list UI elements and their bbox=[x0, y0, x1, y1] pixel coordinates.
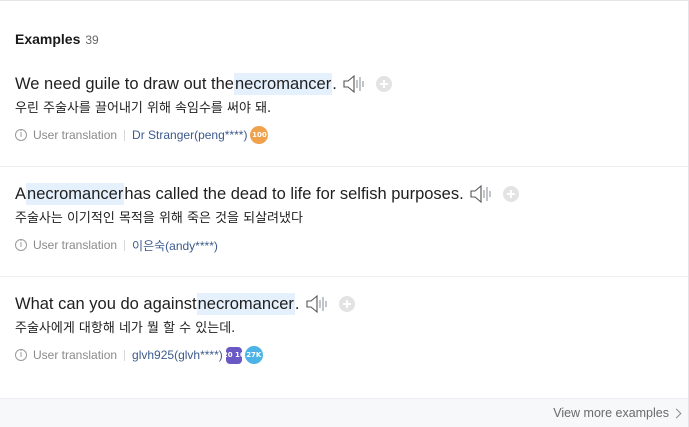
example-item: A necromancer has called the dead to lif… bbox=[0, 183, 688, 277]
user-badge: 100 bbox=[250, 126, 269, 144]
speaker-icon[interactable] bbox=[305, 294, 330, 314]
plus-icon[interactable] bbox=[338, 296, 355, 312]
examples-title: Examples bbox=[15, 31, 81, 47]
info-icon[interactable]: i bbox=[15, 239, 27, 251]
user-link[interactable]: 이은숙(andy****) bbox=[132, 237, 218, 254]
example-korean: 우린 주술사를 끌어내기 위해 속임수를 써야 돼. bbox=[15, 101, 272, 116]
example-korean: 주술사는 이기적인 목적을 위해 죽은 것을 되살려냈다 bbox=[15, 211, 303, 226]
examples-count: 39 bbox=[85, 33, 99, 47]
example-text: What can you do against bbox=[15, 295, 197, 313]
example-text: We need guile to draw out the bbox=[15, 75, 234, 93]
example-english: A necromancer has called the dead to lif… bbox=[15, 183, 688, 205]
example-meta: i User translation Dr Stranger(peng****)… bbox=[15, 125, 688, 145]
highlighted-word[interactable]: necromancer bbox=[233, 73, 333, 95]
user-link[interactable]: Dr Stranger(peng****) bbox=[132, 128, 247, 142]
example-text: . bbox=[294, 295, 300, 313]
speaker-icon[interactable] bbox=[470, 184, 494, 204]
speaker-icon[interactable] bbox=[343, 74, 367, 94]
divider bbox=[124, 349, 126, 361]
highlighted-word[interactable]: necromancer bbox=[196, 293, 295, 315]
user-link[interactable]: glvh925(glvh****) bbox=[132, 348, 223, 362]
user-badge: 20 16 bbox=[223, 346, 245, 364]
plus-icon[interactable] bbox=[502, 186, 519, 202]
chevron-right-icon bbox=[671, 408, 682, 418]
divider bbox=[124, 129, 126, 141]
info-icon[interactable]: i bbox=[15, 349, 27, 361]
view-more-label: View more examples bbox=[553, 406, 669, 420]
divider bbox=[124, 239, 126, 251]
plus-icon[interactable] bbox=[375, 76, 392, 92]
example-meta: i User translation glvh925(glvh****) 20 … bbox=[15, 345, 688, 365]
view-more-examples-link[interactable]: View more examples bbox=[553, 406, 682, 420]
example-meta: i User translation 이은숙(andy****) bbox=[15, 235, 688, 255]
source-label: User translation bbox=[33, 238, 118, 252]
example-text: A bbox=[15, 185, 27, 203]
highlighted-word[interactable]: necromancer bbox=[26, 183, 125, 205]
examples-panel: Examples 39 We need guile to draw out th… bbox=[0, 0, 689, 427]
example-text: has called the dead to life for selfish … bbox=[124, 185, 464, 203]
example-item: What can you do against necromancer. 주술사… bbox=[0, 293, 688, 387]
footer-bar: View more examples bbox=[0, 398, 688, 427]
user-badge: 27K bbox=[244, 346, 263, 364]
example-item: We need guile to draw out the necromance… bbox=[0, 73, 688, 167]
examples-header: Examples 39 bbox=[15, 31, 99, 47]
info-icon[interactable]: i bbox=[15, 129, 27, 141]
example-korean: 주술사에게 대항해 네가 뭘 할 수 있는데. bbox=[15, 321, 236, 336]
source-label: User translation bbox=[33, 128, 118, 142]
example-english: What can you do against necromancer. bbox=[15, 293, 688, 315]
example-text: . bbox=[332, 75, 337, 93]
source-label: User translation bbox=[33, 348, 118, 362]
example-english: We need guile to draw out the necromance… bbox=[15, 73, 688, 95]
